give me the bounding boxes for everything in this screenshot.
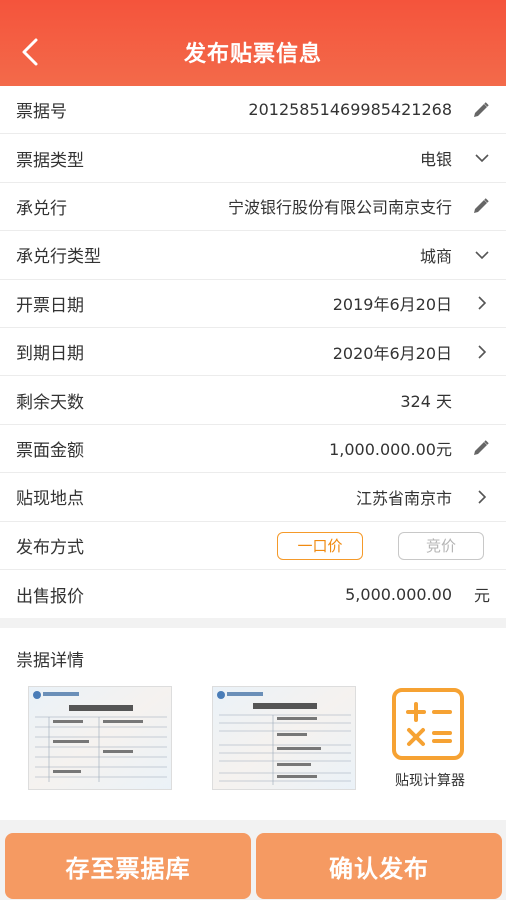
- header-bar: 发布贴票信息: [0, 0, 506, 86]
- pencil-icon: [474, 440, 489, 456]
- bill-back-image[interactable]: [212, 686, 356, 790]
- row-face-amount: 票面金额 1,000.000.00元: [0, 425, 506, 474]
- bill-type-value: 电银: [419, 150, 452, 170]
- discount-location-label: 贴现地点: [16, 489, 84, 510]
- discount-location-value: 江苏省南京市: [355, 488, 452, 508]
- edit-bill-no-button[interactable]: [460, 98, 490, 122]
- bill-type-label: 票据类型: [16, 150, 84, 171]
- row-remaining-days: 剩余天数 324 天: [0, 376, 506, 425]
- sale-price-unit: 元: [473, 586, 490, 606]
- row-bill-no: 票据号 20125851469985421268: [0, 86, 506, 135]
- bill-details: 祟据详情 贴现计算器: [0, 628, 506, 820]
- bill-image-icon: [29, 687, 171, 789]
- bidding-option[interactable]: 竞价: [398, 531, 484, 560]
- chevron-down-icon: [475, 154, 489, 163]
- row-issue-date[interactable]: 开票日期 2019年6月20日: [0, 280, 506, 328]
- row-acceptor-type[interactable]: 承兑行类型 城商: [0, 231, 506, 280]
- due-date-label: 到期日期: [16, 344, 84, 365]
- fixed-price-option[interactable]: 一口价: [277, 531, 363, 560]
- row-acceptor: 承兑行 宁波银行股份有限公司南京支行: [0, 183, 506, 232]
- confirm-publish-button[interactable]: 确认发布: [256, 833, 502, 899]
- row-discount-location[interactable]: 贴现地点 江苏省南京市: [0, 473, 506, 522]
- edit-acceptor-button[interactable]: [460, 194, 490, 218]
- row-bill-type[interactable]: 票据类型 电银: [0, 134, 506, 183]
- bill-no-value[interactable]: 20125851469985421268: [248, 100, 452, 119]
- issue-date-label: 开票日期: [16, 295, 84, 316]
- acceptor-value[interactable]: 宁波银行股份有限公司南京支行: [228, 194, 452, 218]
- chevron-right-icon: [478, 345, 487, 359]
- chevron-right-icon: [478, 490, 487, 504]
- details-title: 祟据详情: [16, 651, 84, 671]
- remaining-days-label: 剩余天数: [16, 392, 84, 413]
- pencil-icon: [474, 198, 489, 214]
- bill-no-label: 票据号: [16, 102, 67, 123]
- acceptor-type-label: 承兑行类型: [16, 247, 101, 268]
- save-to-library-button[interactable]: 存至票据库: [5, 833, 251, 899]
- chevron-right-icon: [478, 296, 487, 310]
- due-date-value: 2020年6月20日: [332, 343, 452, 363]
- row-due-date[interactable]: 到期日期 2020年6月20日: [0, 328, 506, 377]
- face-amount-value[interactable]: 1,000.000.00元: [329, 436, 452, 460]
- remaining-days-value: 324 天: [400, 392, 452, 412]
- calculator-icon: [406, 702, 452, 746]
- row-publish-mode: 发布方式 一口价 竞价: [0, 522, 506, 570]
- chevron-down-icon: [475, 251, 489, 259]
- discount-calculator-button[interactable]: [392, 688, 464, 760]
- publish-mode-label: 发布方式: [16, 537, 84, 558]
- bill-front-image[interactable]: [28, 686, 172, 790]
- bill-image-icon: [213, 687, 355, 789]
- bill-form: 票据号 20125851469985421268 票据类型 电银 承兑行 宁波银…: [0, 86, 506, 619]
- acceptor-type-value: 城商: [419, 246, 452, 266]
- issue-date-value: 2019年6月20日: [332, 295, 452, 315]
- sale-price-label: 出售报价: [16, 586, 84, 607]
- sale-price-input[interactable]: 5,000.000.00: [345, 585, 452, 604]
- page-title: 发布贴票信息: [183, 42, 322, 67]
- row-sale-price: 出售报价 5,000.000.00 元: [0, 570, 506, 618]
- edit-face-amount-button[interactable]: [460, 436, 490, 460]
- pencil-icon: [474, 101, 489, 117]
- calculator-label: 贴现计算器: [395, 773, 465, 789]
- face-amount-label: 票面金额: [16, 440, 84, 461]
- acceptor-label: 承兑行: [16, 198, 67, 219]
